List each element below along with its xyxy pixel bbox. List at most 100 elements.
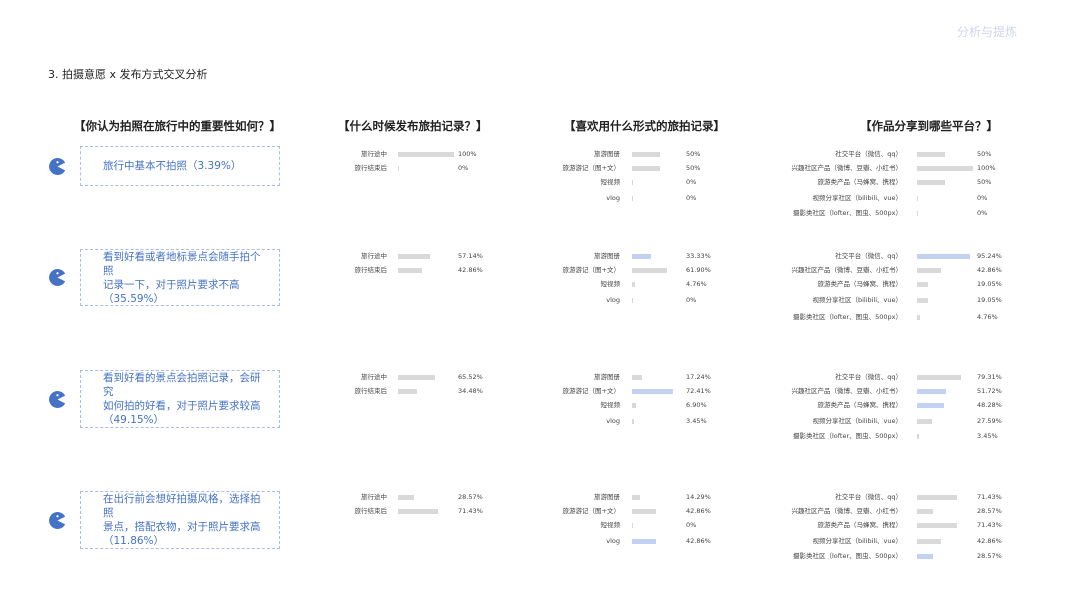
- bar-mark: [632, 418, 634, 424]
- option-text-line: 如何拍的好看，对于照片要求较高: [103, 400, 261, 412]
- bar-mark: [632, 374, 642, 380]
- value-label: 50%: [977, 178, 992, 186]
- category-label: 旅游游记（图+文）: [562, 266, 620, 274]
- value-label: 51.72%: [977, 387, 1002, 395]
- respondent-option-box: 在出行前会想好拍摄风格，选择拍照 景点，搭配衣物，对于照片要求高 （11.86%）: [80, 491, 280, 549]
- bar-mark: [632, 151, 660, 157]
- value-label: 42.86%: [977, 266, 1002, 274]
- value-label: 48.28%: [977, 401, 1002, 409]
- bar-mark: [398, 151, 454, 157]
- respondent-option-box: 旅行中基本不拍照（3.39%）: [80, 146, 280, 186]
- bar-mark: [398, 267, 422, 273]
- value-label: 95.24%: [977, 252, 1002, 260]
- category-label: vlog: [606, 194, 620, 202]
- bar-mark: [632, 402, 636, 408]
- category-label: 社交平台（微信、qq）: [835, 373, 902, 381]
- bar-mark: [917, 179, 945, 185]
- value-label: 6.90%: [686, 401, 707, 409]
- value-label: 65.52%: [458, 373, 483, 381]
- value-label: 50%: [686, 164, 701, 172]
- bar-mark: [632, 267, 667, 273]
- pacman-icon: [49, 512, 66, 529]
- pacman-icon: [49, 391, 66, 408]
- category-label: 兴趣社区产品（微博、豆瓣、小红书）: [791, 507, 903, 515]
- value-label: 57.14%: [458, 252, 483, 260]
- value-label: 19.05%: [977, 280, 1002, 288]
- category-label: 旅行途中: [361, 493, 387, 501]
- bar-mark: [632, 297, 633, 303]
- question-form-heading: 【喜欢用什么形式的旅拍记录】: [564, 119, 725, 133]
- bar-mark: [398, 508, 438, 514]
- option-text-line: （11.86%）: [103, 535, 165, 547]
- bar-mark: [917, 267, 941, 273]
- bar-mark: [632, 538, 656, 544]
- question-importance-heading: 【你认为拍照在旅行中的重要性如何？】: [74, 119, 281, 133]
- value-label: 3.45%: [977, 432, 998, 440]
- value-label: 42.86%: [686, 507, 711, 515]
- category-label: vlog: [606, 537, 620, 545]
- bar-mark: [917, 195, 918, 201]
- category-label: 旅行途中: [361, 150, 387, 158]
- bar-mark: [398, 165, 399, 171]
- bar-mark: [917, 165, 973, 171]
- bar-mark: [632, 253, 651, 259]
- category-label: 旅游游记（图+文）: [562, 507, 620, 515]
- category-label: 兴趣社区产品（微博、豆瓣、小红书）: [791, 164, 903, 172]
- value-label: 71.43%: [977, 493, 1002, 501]
- bar-mark: [917, 253, 971, 259]
- value-label: 42.86%: [977, 537, 1002, 545]
- category-label: 社交平台（微信、qq）: [835, 252, 902, 260]
- pacman-icon: [49, 269, 66, 286]
- category-label: 短视频: [600, 178, 621, 186]
- option-text-line: 旅行中基本不拍照（3.39%）: [103, 160, 242, 172]
- pacman-icon: [49, 158, 66, 175]
- bar-mark: [398, 388, 418, 394]
- category-label: vlog: [606, 296, 620, 304]
- value-label: 0%: [458, 164, 469, 172]
- category-label: 摄影类社区（lofter、图虫、500px）: [792, 209, 902, 217]
- bar-mark: [917, 553, 933, 559]
- category-label: 兴趣社区产品（微博、豆瓣、小红书）: [791, 387, 903, 395]
- category-label: 旅游类产品（马蜂窝、携程）: [817, 521, 903, 529]
- value-label: 50%: [977, 150, 992, 158]
- corner-label: 分析与提炼: [957, 25, 1018, 39]
- bar-mark: [917, 281, 928, 287]
- bar-mark: [632, 522, 633, 528]
- value-label: 42.86%: [686, 537, 711, 545]
- value-label: 61.90%: [686, 266, 711, 274]
- bar-mark: [917, 508, 933, 514]
- option-text-line: 景点，搭配衣物，对于照片要求高: [103, 521, 261, 533]
- value-label: 79.31%: [977, 373, 1002, 381]
- value-label: 0%: [686, 194, 697, 202]
- bar-mark: [398, 494, 414, 500]
- category-label: 旅游类产品（马蜂窝、携程）: [817, 401, 903, 409]
- bar-mark: [917, 538, 941, 544]
- bar-mark: [917, 433, 919, 439]
- bar-mark: [917, 151, 945, 157]
- value-label: 19.05%: [977, 296, 1002, 304]
- category-label: 摄影类社区（lofter、图虫、500px）: [792, 313, 902, 321]
- value-label: 100%: [977, 164, 996, 172]
- category-label: 旅行结束后: [354, 266, 388, 274]
- question-when-heading: 【什么时候发布旅拍记录？】: [338, 119, 488, 133]
- bar-mark: [632, 281, 635, 287]
- bar-mark: [917, 314, 920, 320]
- bar-mark: [917, 418, 933, 424]
- category-label: 旅行结束后: [354, 507, 388, 515]
- category-label: 旅游类产品（马蜂窝、携程）: [817, 280, 903, 288]
- option-text-line: （49.15%）: [103, 414, 165, 426]
- bar-mark: [632, 494, 640, 500]
- bar-mark: [917, 494, 957, 500]
- bar-mark: [917, 402, 945, 408]
- category-label: 摄影类社区（lofter、图虫、500px）: [792, 552, 902, 560]
- value-label: 0%: [686, 521, 697, 529]
- value-label: 3.45%: [686, 417, 707, 425]
- respondent-option-box: 看到好看的景点会拍照记录，会研究 如何拍的好看，对于照片要求较高 （49.15%）: [80, 370, 280, 428]
- question-platform-heading: 【作品分享到哪些平台？】: [860, 119, 998, 133]
- category-label: 旅游类产品（马蜂窝、携程）: [817, 178, 903, 186]
- category-label: 社交平台（微信、qq）: [835, 150, 902, 158]
- category-label: 旅游图册: [594, 150, 620, 158]
- category-label: 旅游图册: [594, 493, 620, 501]
- value-label: 33.33%: [686, 252, 711, 260]
- bar-mark: [917, 374, 962, 380]
